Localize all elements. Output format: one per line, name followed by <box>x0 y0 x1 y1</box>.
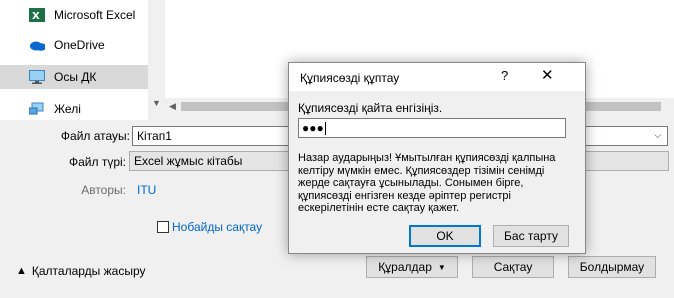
nav-scrollbar[interactable]: ▼ <box>148 0 165 120</box>
save-button[interactable]: Сақтау <box>472 256 554 278</box>
hide-folders-button[interactable]: ▲ Қалталарды жасыру <box>16 264 146 278</box>
network-icon <box>29 101 45 117</box>
svg-text:X: X <box>32 11 40 22</box>
authors-label: Авторы: <box>81 183 126 197</box>
nav-item-label: Осы ДК <box>54 70 97 84</box>
nav-item-label: Microsoft Excel <box>54 8 136 22</box>
filetype-label: Файл түрі: <box>68 155 126 169</box>
scroll-down-icon[interactable]: ▼ <box>152 98 161 108</box>
filename-label: Файл атауы: <box>60 129 130 143</box>
nav-item-this-pc[interactable]: Осы ДК <box>0 65 148 89</box>
nav-item-label: Желі <box>54 102 81 116</box>
close-icon[interactable]: ✕ <box>541 66 554 84</box>
chevron-up-icon: ▲ <box>16 265 27 277</box>
navigation-pane: X Microsoft Excel OneDrive Осы ДК Желі <box>0 0 148 120</box>
password-prompt: Құпиясөзді қайта енгізіңіз. <box>298 101 443 115</box>
confirm-password-dialog: Құпиясөзді құптау ? ✕ Құпиясөзді қайта е… <box>288 62 586 254</box>
dialog-cancel-button[interactable]: Бас тарту <box>493 225 569 247</box>
password-input[interactable]: ●●● <box>298 118 566 138</box>
nav-item-microsoft-excel[interactable]: X Microsoft Excel <box>0 3 148 27</box>
thumbnail-checkbox[interactable] <box>157 221 169 233</box>
nav-item-network[interactable]: Желі <box>0 97 148 120</box>
chevron-down-icon[interactable]: ⌵ <box>654 130 662 141</box>
text-caret <box>324 122 326 136</box>
tools-button[interactable]: Құралдар ▼ <box>366 256 458 278</box>
tools-label: Құралдар <box>378 260 432 274</box>
scroll-left-icon[interactable]: ◀ <box>169 101 176 112</box>
dialog-titlebar: Құпиясөзді құптау ? ✕ <box>289 63 585 91</box>
nav-item-label: OneDrive <box>54 38 105 52</box>
warning-text: Назар аударыңыз! Ұмытылған құпиясөзді қа… <box>298 152 556 214</box>
thumbnail-label[interactable]: Нобайды сақтау <box>172 220 262 234</box>
dialog-title: Құпиясөзді құптау <box>300 71 400 85</box>
help-icon[interactable]: ? <box>501 68 508 83</box>
authors-value[interactable]: ITU <box>137 183 156 197</box>
nav-item-onedrive[interactable]: OneDrive <box>0 33 148 57</box>
password-mask: ●●● <box>302 121 324 135</box>
cancel-button[interactable]: Болдырмау <box>568 256 656 278</box>
dropdown-arrow-icon: ▼ <box>437 262 446 272</box>
ok-button[interactable]: OK <box>409 225 481 247</box>
this-pc-icon <box>29 69 45 85</box>
onedrive-icon <box>29 37 45 53</box>
excel-icon: X <box>29 7 45 23</box>
hide-folders-label: Қалталарды жасыру <box>31 264 146 278</box>
